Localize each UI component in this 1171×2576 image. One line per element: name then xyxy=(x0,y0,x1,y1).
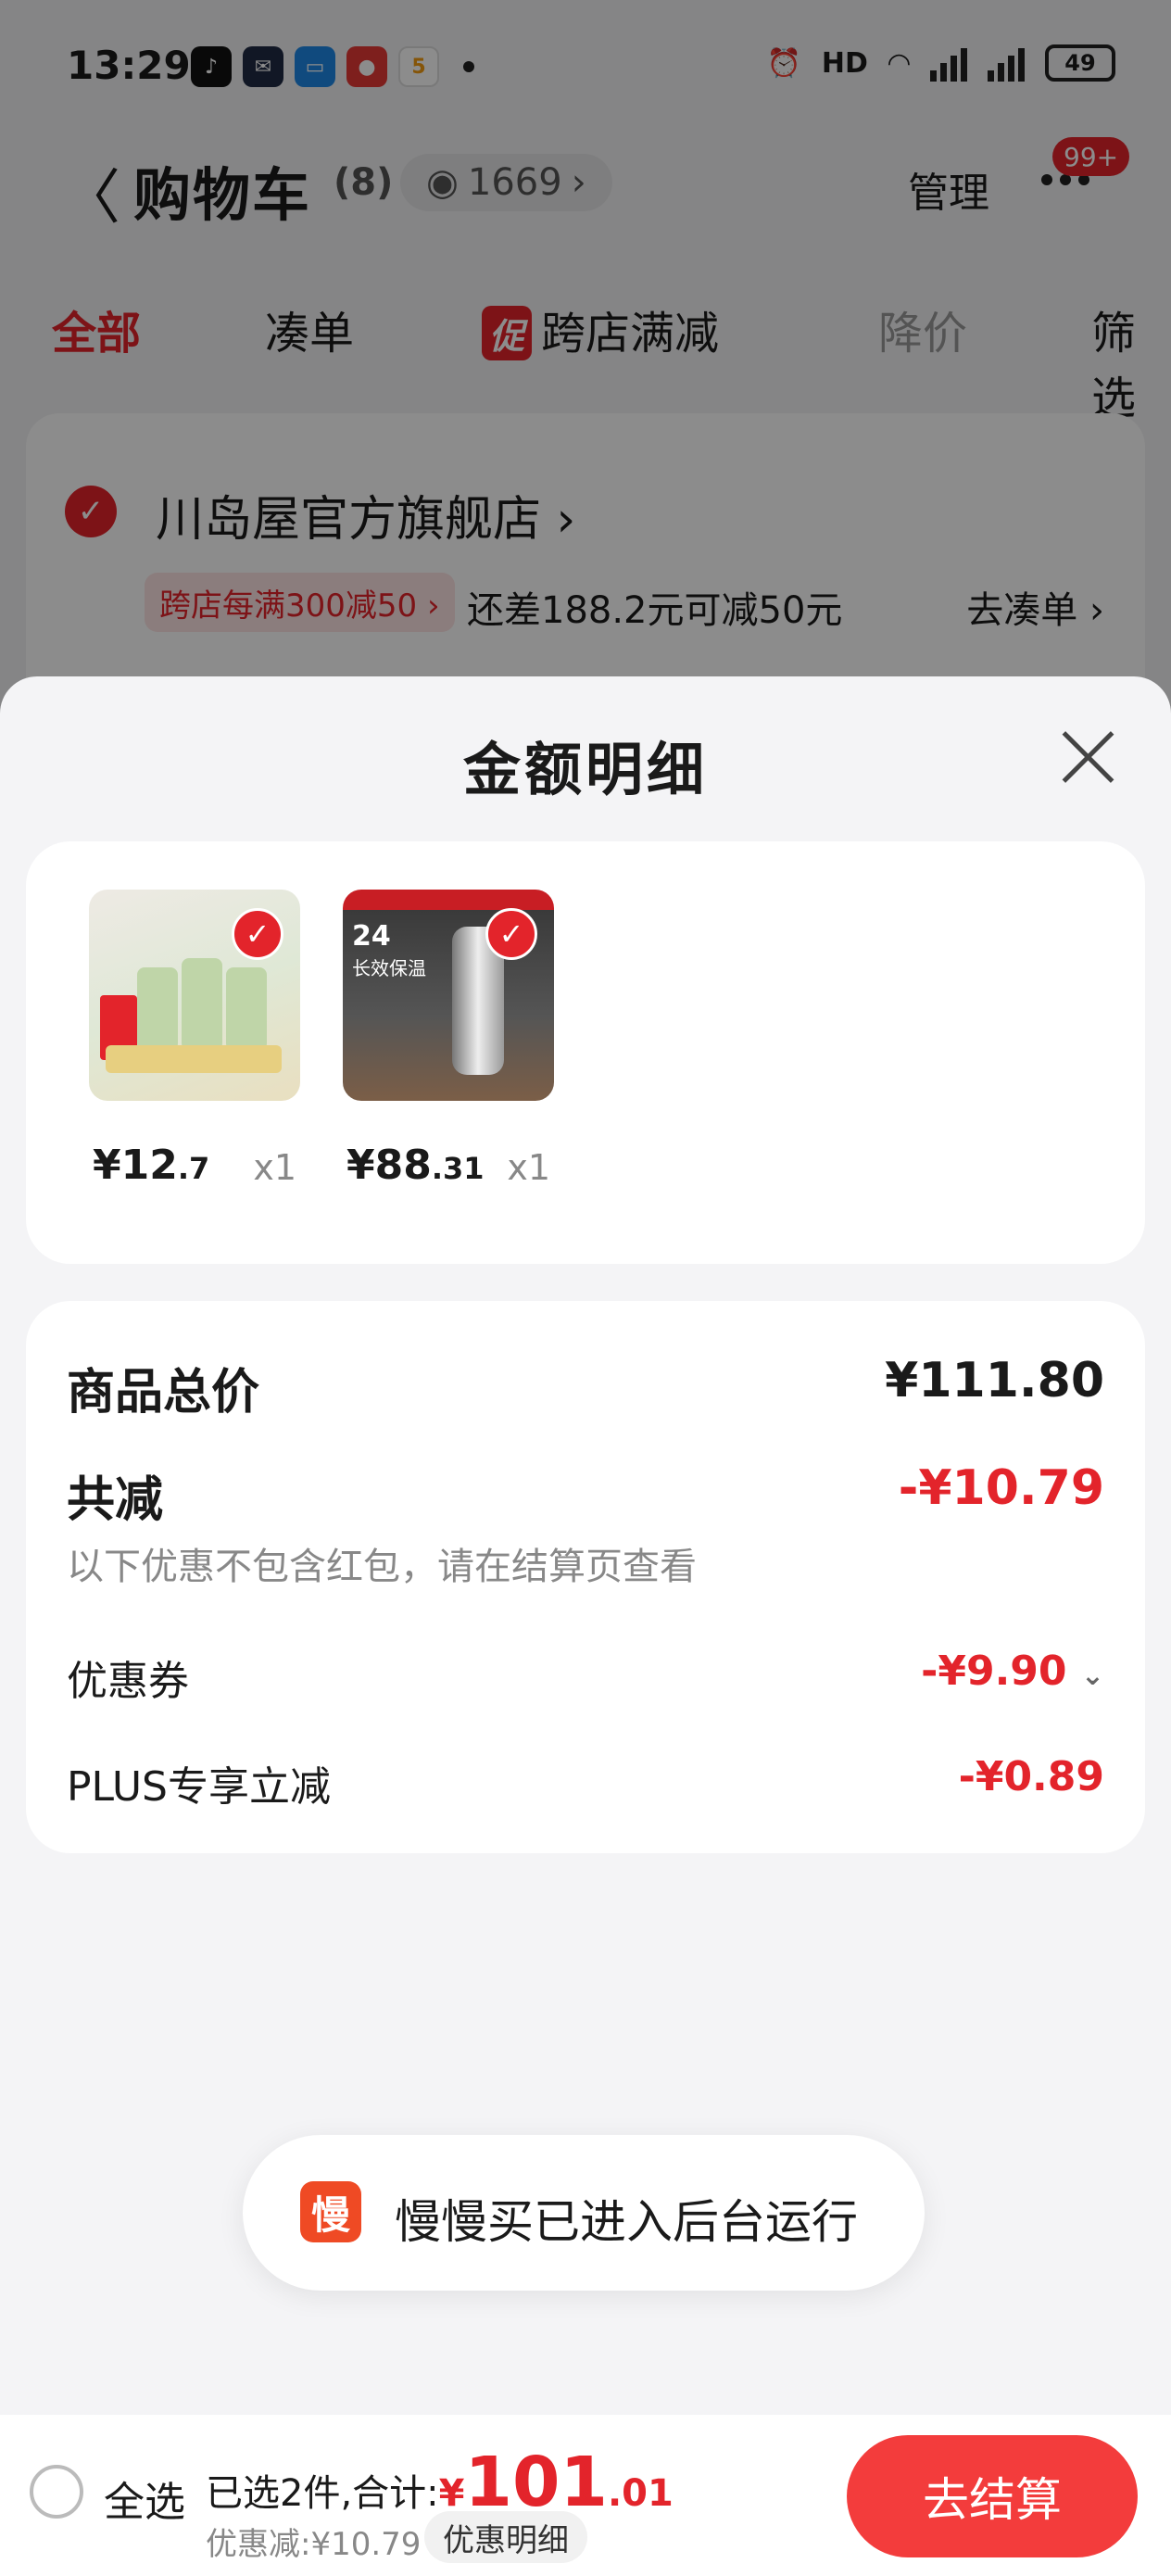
plus-label: PLUS专享立减 xyxy=(67,1763,331,1811)
checkout-button[interactable]: 去结算 xyxy=(847,2435,1138,2557)
product-item[interactable]: 24 长效保温 ✓ ¥88.31 x1 xyxy=(343,890,554,1197)
cup-shape xyxy=(226,967,267,1051)
close-icon[interactable] xyxy=(1056,725,1121,789)
selected-check-icon: ✓ xyxy=(232,908,283,960)
thumbnail-text: 24 长效保温 xyxy=(352,920,426,980)
app-logo-icon: 慢 xyxy=(300,2181,361,2242)
reduce-label: 共减 xyxy=(67,1472,164,1528)
cup-shape xyxy=(182,958,222,1051)
cup-shape xyxy=(137,967,178,1051)
discount-note: 以下优惠不包含红包，请在结算页查看 xyxy=(67,1546,697,1588)
select-all-label[interactable]: 全选 xyxy=(104,2469,185,2528)
product-qty: x1 xyxy=(507,1147,550,1188)
amount-detail-sheet: 金额明细 ✓ ¥12.7 x1 24 长效保温 ✓ ¥88.31 x1 商品总价… xyxy=(0,676,1171,2576)
checkout-bar: 全选 已选2件,合计:¥101.01 优惠减:¥10.79 优惠明细 去结算 xyxy=(0,2415,1171,2576)
sheet-title: 金额明细 xyxy=(462,736,708,803)
coupon-label: 优惠券 xyxy=(67,1658,189,1705)
coupon-value: -¥9.90 ⌄ xyxy=(921,1648,1104,1695)
product-thumbnail: 24 长效保温 ✓ xyxy=(343,890,554,1101)
product-thumbnail: ✓ xyxy=(89,890,300,1101)
product-price: ¥12.7 xyxy=(93,1142,210,1189)
toast-text: 慢慢买已进入后台运行 xyxy=(395,2195,858,2249)
selected-text: 已选2件,合计: xyxy=(206,2472,439,2515)
product-item[interactable]: ✓ ¥12.7 x1 xyxy=(89,890,300,1197)
select-all-radio[interactable] xyxy=(30,2465,83,2519)
selected-check-icon: ✓ xyxy=(485,908,537,960)
discount-text: 优惠减:¥10.79 xyxy=(206,2526,422,2563)
total-label: 商品总价 xyxy=(67,1365,260,1421)
background-toast: 慢 慢慢买已进入后台运行 xyxy=(243,2135,925,2291)
chevron-down-icon: ⌄ xyxy=(1080,1660,1104,1692)
total-value: ¥111.80 xyxy=(885,1353,1104,1408)
reduce-value: -¥10.79 xyxy=(898,1460,1104,1516)
tray-shape xyxy=(106,1045,282,1073)
total-amount: ¥101.01 xyxy=(438,2443,674,2522)
plus-value: -¥0.89 xyxy=(958,1753,1104,1800)
product-list: ✓ ¥12.7 x1 24 长效保温 ✓ ¥88.31 x1 xyxy=(26,841,1145,1264)
discount-detail-button[interactable]: 优惠明细 xyxy=(424,2511,587,2563)
product-price: ¥88.31 xyxy=(346,1142,485,1189)
product-qty: x1 xyxy=(253,1147,296,1188)
selected-summary: 已选2件,合计:¥101.01 xyxy=(206,2443,674,2522)
price-summary: 商品总价 ¥111.80 共减 -¥10.79 以下优惠不包含红包，请在结算页查… xyxy=(26,1301,1145,1853)
